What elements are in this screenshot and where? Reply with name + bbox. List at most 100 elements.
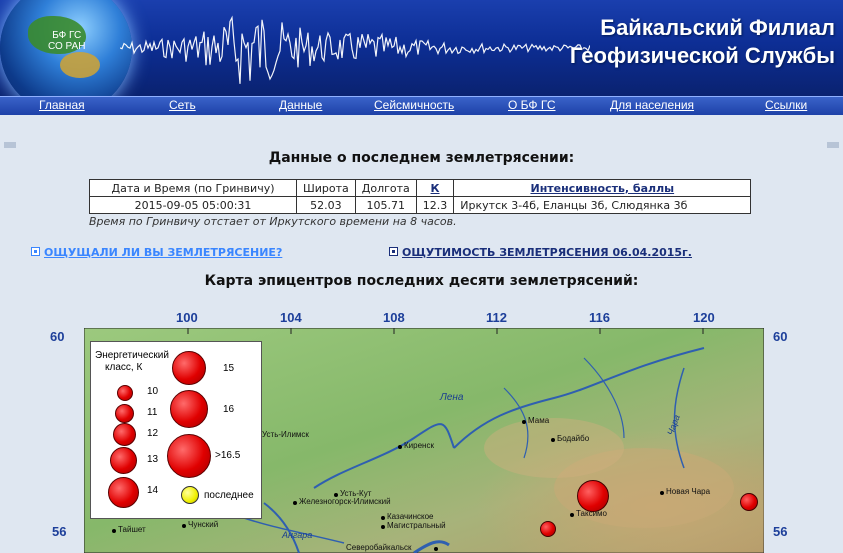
cell-intensity: Иркутск 3-4б, Еланцы 3б, Слюдянка 3б [453, 196, 752, 214]
gmt-note: Время по Гринвичу отстает от Иркутского … [89, 215, 457, 228]
map-title: Карта эпицентров последних десяти землет… [204, 273, 639, 289]
legend-dot-k16-5 [167, 434, 211, 478]
lon-label: 108 [383, 310, 405, 325]
last-earthquake-heading: Данные о последнем землетрясении: [268, 150, 575, 166]
col-datetime: Дата и Время (по Гринвичу) [89, 179, 297, 197]
lon-label: 116 [589, 310, 610, 325]
site-title-line-1: Байкальский Филиал [600, 15, 835, 40]
legend-dot-k13 [110, 447, 137, 474]
site-title: Байкальский Филиал Геофизической Службы [570, 14, 835, 70]
legend-label-k15: 15 [223, 363, 235, 374]
felt-earthquake-link-text: ОЩУЩАЛИ ЛИ ВЫ ЗЕМЛЕТРЯСЕНИЕ? [44, 246, 283, 259]
lat-label: 56 [52, 524, 67, 539]
legend-label-k16: 16 [223, 404, 235, 415]
seismogram-wave [120, 15, 590, 84]
epicenter-marker[interactable] [740, 493, 758, 511]
legend-label-k16-5: >16.5 [215, 450, 241, 461]
legend-label-last: последнее [204, 490, 254, 501]
map-label-chunsky: Чунский [188, 520, 219, 529]
nav-item-about[interactable]: О БФ ГС [508, 98, 556, 112]
lon-label: 112 [486, 310, 507, 325]
city-dot [570, 513, 574, 517]
table-header-row: Дата и Время (по Гринвичу) Широта Долгот… [89, 179, 752, 197]
city-dot [381, 516, 385, 520]
city-dot [381, 525, 385, 529]
city-dot [551, 438, 555, 442]
city-dot [182, 524, 186, 528]
legend-label-k12: 12 [147, 428, 159, 439]
legend-label-k13: 13 [147, 454, 159, 465]
cell-latitude: 52.03 [296, 196, 356, 214]
nav-item-links[interactable]: Ссылки [765, 98, 807, 112]
col-k-link[interactable]: К [415, 179, 455, 197]
map-label-kirensk: Киренск [404, 441, 434, 450]
map-label-ust-ilimsk: Усть-Илимск [262, 430, 309, 439]
city-dot [522, 420, 526, 424]
legend-title-line-1: Энергетический [95, 350, 169, 361]
lat-label: 60 [50, 329, 65, 344]
table-row: 2015-09-05 05:00:31 52.03 105.71 12.3 Ир… [89, 196, 752, 214]
nav-item-network[interactable]: Сеть [169, 98, 196, 112]
map-label-zheleznogorsk: Железногорск-Илимский [299, 497, 391, 506]
col-longitude: Долгота [354, 179, 417, 197]
bullet-icon [31, 247, 40, 256]
nav-item-home[interactable]: Главная [39, 98, 85, 112]
city-dot [293, 501, 297, 505]
city-dot [398, 445, 402, 449]
epicenter-marker[interactable] [577, 480, 609, 512]
legend-label-k11: 11 [147, 407, 158, 418]
nav-item-data[interactable]: Данные [279, 98, 322, 112]
legend-title-line-2: класс, К [105, 362, 143, 373]
map-label-lena: Лена [440, 392, 464, 403]
map-legend: Энергетический класс, К 10 11 12 13 14 1… [90, 341, 262, 519]
cell-longitude: 105.71 [354, 196, 417, 214]
legend-dot-k10 [117, 385, 133, 401]
map-label-kazachinskoe: Казачинское [387, 512, 434, 521]
map-label-bodaibo: Бодайбо [557, 434, 590, 443]
legend-label-k10: 10 [147, 386, 159, 397]
epicenter-marker[interactable] [540, 521, 556, 537]
globe-land [60, 52, 100, 78]
col-latitude: Широта [296, 179, 356, 197]
logo-line-2: СО РАН [48, 41, 86, 52]
map-label-mama: Мама [528, 416, 550, 425]
legend-dot-last [181, 486, 199, 504]
lat-label: 60 [773, 329, 788, 344]
nav-item-population[interactable]: Для населения [610, 98, 694, 112]
map-label-severobaikalsk: Северобайкальск [346, 543, 412, 552]
divider [4, 142, 16, 148]
map-label-taishet: Тайшет [118, 525, 146, 534]
site-header: БФ ГС СО РАН Байкальский Филиал Геофизич… [0, 0, 843, 96]
lat-label: 56 [773, 524, 788, 539]
col-intensity-link[interactable]: Интенсивность, баллы [453, 179, 752, 197]
map-label-novaya-chara: Новая Чара [666, 487, 711, 496]
lon-label: 120 [693, 310, 715, 325]
felt-earthquake-link[interactable]: ОЩУЩАЛИ ЛИ ВЫ ЗЕМЛЕТРЯСЕНИЕ? [31, 246, 282, 259]
legend-dot-k14 [108, 477, 139, 508]
cell-datetime: 2015-09-05 05:00:31 [89, 196, 297, 214]
legend-dot-k11 [115, 404, 134, 423]
nav-item-seismicity[interactable]: Сейсмичность [374, 98, 454, 112]
logo-text: БФ ГС СО РАН [48, 30, 85, 52]
intensity-report-link[interactable]: ОЩУТИМОСТЬ ЗЕМЛЕТРЯСЕНИЯ 06.04.2015г. [389, 246, 692, 259]
lon-label: 100 [176, 310, 198, 325]
divider [827, 142, 839, 148]
map-label-angara: Ангара [282, 530, 313, 540]
map-label-magistralny: Магистральный [387, 521, 446, 530]
intensity-report-link-text: ОЩУТИМОСТЬ ЗЕМЛЕТРЯСЕНИЯ 06.04.2015г. [402, 246, 692, 259]
main-nav: Главная Сеть Данные Сейсмичность О БФ ГС… [0, 96, 843, 116]
legend-label-k14: 14 [147, 485, 159, 496]
legend-dot-k15 [172, 351, 206, 385]
lon-label: 104 [280, 310, 302, 325]
last-earthquake-table: Дата и Время (по Гринвичу) Широта Долгот… [89, 179, 752, 214]
city-dot [112, 529, 116, 533]
legend-dot-k16 [170, 390, 208, 428]
epicenter-map: 100 104 108 112 116 120 60 60 56 56 Лена… [0, 300, 843, 553]
site-title-line-2: Геофизической Службы [569, 43, 835, 68]
legend-dot-k12 [113, 423, 136, 446]
city-dot [434, 547, 438, 551]
logo-line-1: БФ ГС [52, 30, 82, 41]
city-dot [660, 491, 664, 495]
cell-k: 12.3 [415, 196, 455, 214]
bullet-icon [389, 247, 398, 256]
